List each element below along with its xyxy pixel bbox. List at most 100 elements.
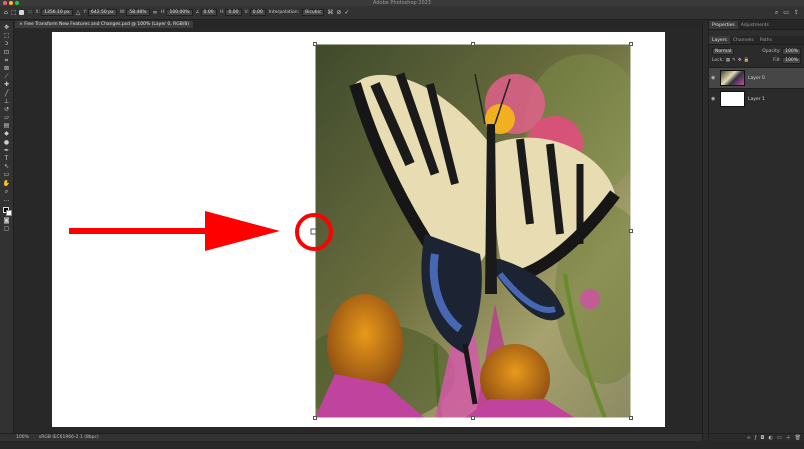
search-icon[interactable]: ⌕ — [775, 9, 778, 17]
tab-adjustments[interactable]: Adjustments — [738, 21, 772, 29]
angle-input[interactable]: 0.00 — [200, 9, 217, 16]
screen-mode-icon[interactable]: ▢ — [4, 225, 10, 232]
layer-thumbnail — [720, 70, 745, 86]
artboard-tool-icon[interactable]: ⬚ — [4, 32, 10, 39]
right-panels: Properties Adjustments Layers Channels P… — [708, 21, 804, 441]
height-input[interactable]: 100.00% — [166, 9, 193, 16]
reference-point-checkbox[interactable] — [19, 10, 25, 15]
share-icon[interactable]: ⇪ — [794, 9, 799, 17]
trash-icon[interactable]: 🗑 — [795, 434, 801, 441]
annotation-overlay — [69, 211, 333, 251]
tab-channels[interactable]: Channels — [730, 36, 757, 44]
move-tool-icon[interactable]: ✥ — [4, 24, 9, 31]
layers-footer: ∞ ƒ ◘ ◐ ▭ ＋ 🗑 — [709, 433, 804, 441]
h-skew-field: H: 0.00 — [220, 9, 242, 16]
interpolation-select[interactable]: Bicubic — [302, 9, 325, 16]
y-input[interactable]: 642.50 px — [87, 9, 117, 16]
y-field: Y: 642.50 px — [83, 9, 117, 16]
link-layers-icon[interactable]: ∞ — [747, 434, 751, 441]
history-brush-tool-icon[interactable]: ↺ — [4, 106, 9, 113]
add-mask-icon[interactable]: ◘ — [761, 434, 765, 441]
new-layer-icon[interactable]: ＋ — [786, 434, 791, 441]
quick-mask-icon[interactable]: ◙ — [4, 217, 10, 224]
fx-icon[interactable]: ƒ — [755, 434, 757, 441]
background-color-swatch[interactable] — [5, 210, 12, 217]
fill-group: Fill: 100% — [773, 56, 801, 64]
blur-tool-icon[interactable]: ◆ — [4, 130, 9, 137]
document-tab[interactable]: × Free Transform New Features and Change… — [15, 21, 193, 28]
y-label: Y: — [83, 10, 87, 15]
v-skew-input[interactable]: 0.00 — [249, 9, 266, 16]
tab-layers[interactable]: Layers — [709, 36, 730, 44]
x-input[interactable]: 1356.10 px — [41, 9, 73, 16]
lasso-tool-icon[interactable]: ↄ — [5, 40, 8, 47]
more-tools-icon[interactable]: … — [4, 196, 10, 203]
layer-row-layer-0[interactable]: ◉ Layer 0 — [709, 67, 804, 88]
width-input[interactable]: 58.48% — [126, 9, 150, 16]
clone-stamp-tool-icon[interactable]: ⊥ — [4, 98, 9, 105]
blend-mode-select[interactable]: Normal — [712, 48, 735, 55]
group-icon[interactable]: ▭ — [777, 434, 782, 441]
eye-icon[interactable]: ◉ — [711, 96, 717, 102]
options-bar: ⌂ ⬚ ⁙ X: 1356.10 px △ Y: 642.50 px W: 58… — [0, 6, 804, 20]
hand-tool-icon[interactable]: ✋ — [3, 180, 10, 187]
document-tab-bar: × Free Transform New Features and Change… — [15, 21, 701, 28]
x-label: X: — [35, 10, 41, 15]
lock-image-icon[interactable]: ✎ — [732, 58, 736, 63]
relative-position-icon[interactable]: △ — [76, 9, 81, 16]
adjustment-layer-icon[interactable]: ◐ — [769, 434, 773, 441]
opacity-label: Opacity: — [762, 48, 781, 54]
h-skew-input[interactable]: 0.00 — [225, 9, 242, 16]
fill-input[interactable]: 100% — [782, 56, 801, 64]
brush-tool-icon[interactable]: ╱ — [5, 90, 9, 97]
document-profile[interactable]: sRGB IEC61966-2.1 (8bpc) — [39, 434, 99, 441]
lock-row: Lock: ▦ ✎ ✥ 🔒 Fill: 100% — [712, 56, 801, 65]
object-select-tool-icon[interactable]: ⊡ — [4, 49, 9, 56]
cancel-transform-icon[interactable]: ⊘ — [336, 9, 341, 16]
tab-paths[interactable]: Paths — [757, 36, 775, 44]
opacity-input[interactable]: 100% — [782, 47, 801, 55]
zoom-tool-icon[interactable]: ⌕ — [5, 188, 8, 195]
path-select-tool-icon[interactable]: ↖ — [4, 163, 9, 170]
options-right-icons: ⌕ ▭ ⇪ — [775, 9, 799, 17]
type-tool-icon[interactable]: T — [5, 155, 9, 162]
warp-icon[interactable]: ⌘ — [327, 9, 333, 16]
color-swatches[interactable] — [2, 206, 12, 217]
pen-tool-icon[interactable]: ✒ — [4, 147, 9, 154]
eye-icon[interactable]: ◉ — [711, 75, 717, 81]
width-field: W: 58.48% — [120, 9, 150, 16]
eraser-tool-icon[interactable]: ▱ — [4, 114, 9, 121]
reference-point-icon[interactable]: ⁙ — [27, 9, 32, 16]
layers-tab-bar: Layers Channels Paths — [709, 36, 804, 45]
eyedropper-tool-icon[interactable]: ⟋ — [4, 73, 8, 80]
lock-all-icon[interactable]: 🔒 — [744, 58, 750, 63]
layer-row-layer-1[interactable]: ◉ Layer 1 — [709, 88, 804, 109]
workspace-icon[interactable]: ▭ — [783, 9, 789, 17]
height-label: H: — [160, 10, 166, 15]
layer-name: Layer 0 — [748, 75, 765, 81]
bottom-strip — [0, 441, 804, 449]
frame-tool-icon[interactable]: ⊠ — [4, 65, 9, 72]
h-skew-label: H: — [219, 10, 225, 15]
properties-tab-bar: Properties Adjustments — [709, 21, 804, 30]
angle-field: ∠ 0.00 — [196, 9, 217, 16]
home-icon[interactable]: ⌂ — [4, 9, 8, 16]
zoom-level[interactable]: 100% — [16, 434, 29, 441]
gradient-tool-icon[interactable]: ▤ — [4, 122, 10, 129]
lock-transparent-icon[interactable]: ▦ — [726, 58, 730, 63]
tools-panel: ✥ ⬚ ↄ ⊡ ⌗ ⊠ ⟋ ✚ ╱ ⊥ ↺ ▱ ▤ ◆ ● ✒ T ↖ ▭ ✋ … — [0, 21, 14, 441]
link-icon[interactable]: ∞ — [153, 9, 158, 16]
commit-transform-icon[interactable]: ✓ — [344, 9, 349, 16]
transform-handle-middle-left[interactable] — [310, 228, 317, 235]
healing-brush-tool-icon[interactable]: ✚ — [4, 81, 9, 88]
layer-name: Layer 1 — [748, 96, 765, 102]
crop-tool-icon[interactable]: ⌗ — [5, 57, 8, 64]
red-arrow-shaft — [69, 228, 209, 234]
x-field: X: 1356.10 px — [36, 9, 73, 16]
dodge-tool-icon[interactable]: ● — [4, 139, 9, 146]
close-tab-icon[interactable]: × — [19, 22, 23, 27]
lock-position-icon[interactable]: ✥ — [738, 58, 742, 63]
tab-properties[interactable]: Properties — [709, 21, 738, 29]
rectangle-tool-icon[interactable]: ▭ — [4, 171, 10, 178]
canvas-area[interactable] — [15, 28, 701, 433]
